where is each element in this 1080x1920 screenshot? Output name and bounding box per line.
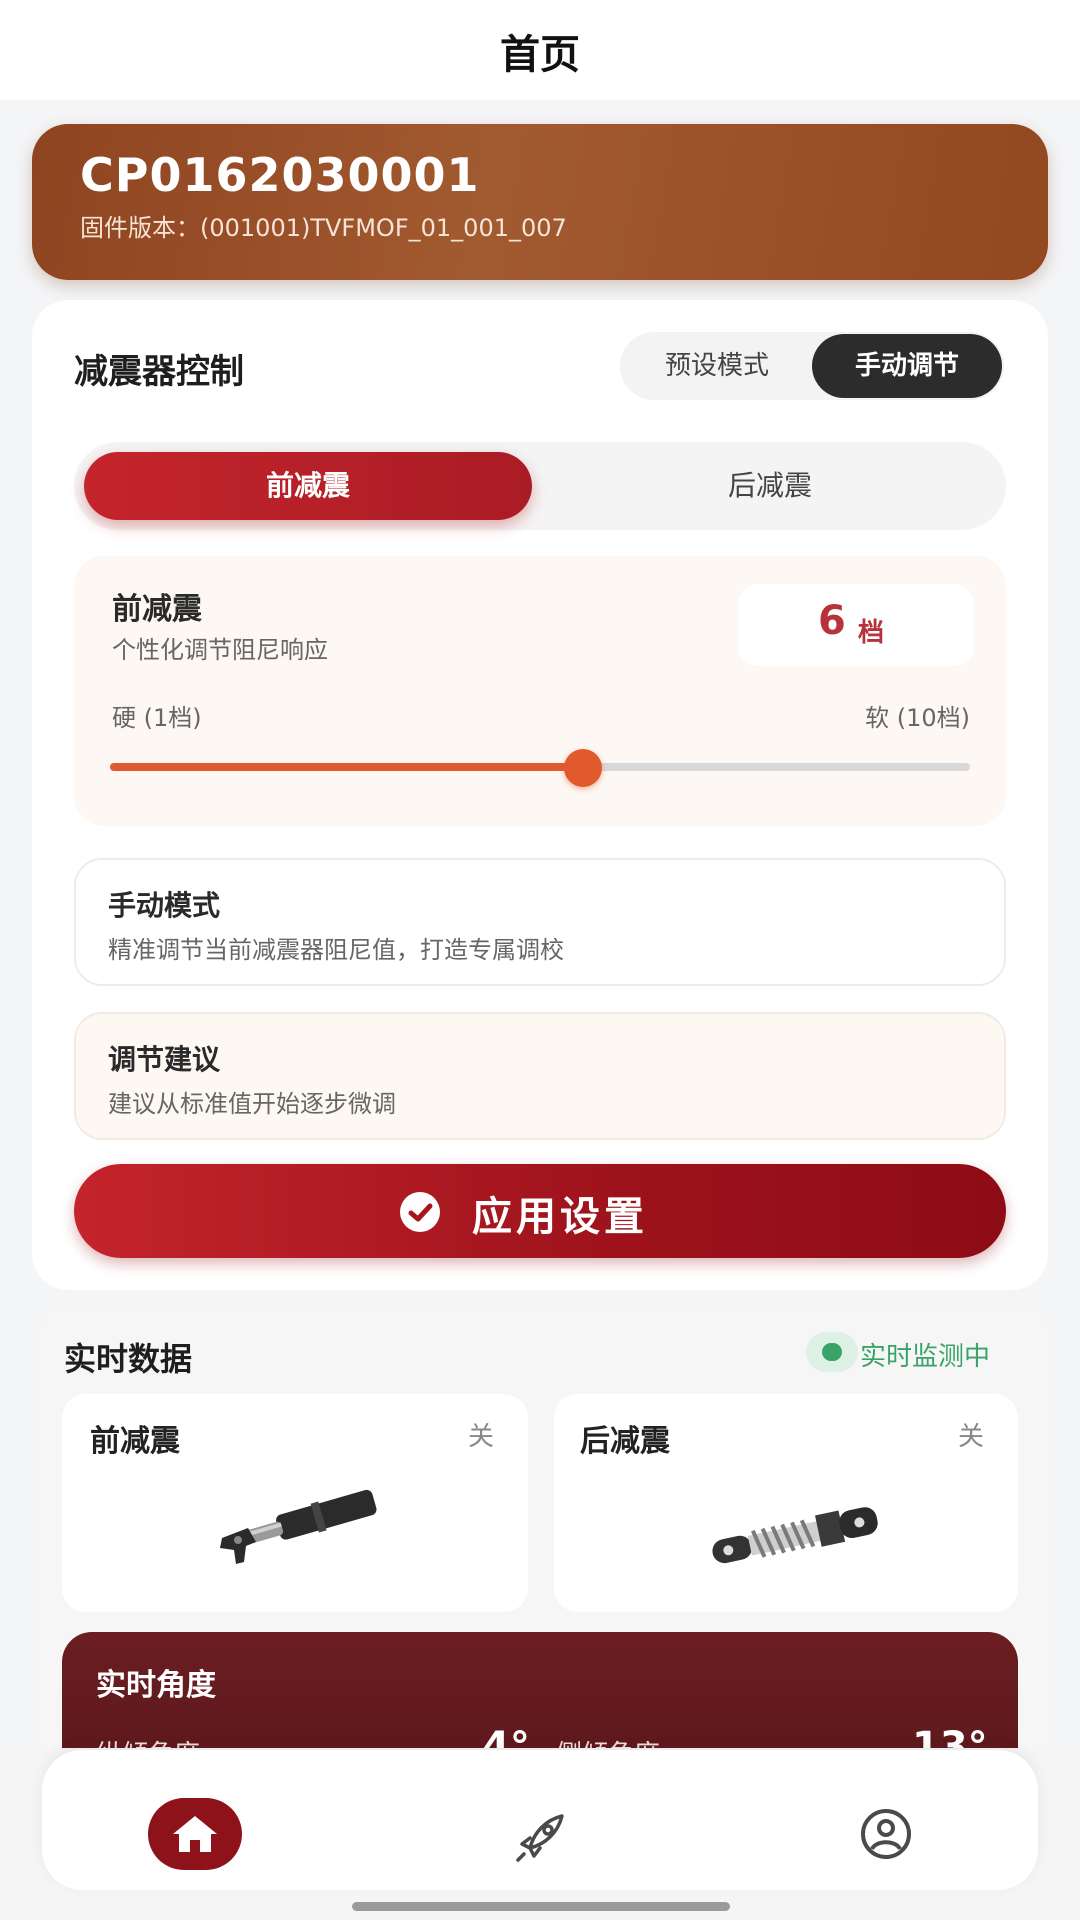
profile-icon[interactable] — [858, 1806, 914, 1866]
page-title: 首页 — [500, 32, 580, 78]
rear-shock-illustration-icon — [700, 1492, 890, 1576]
realtime-title: 实时数据 — [64, 1340, 193, 1378]
level-unit: 档 — [858, 618, 885, 648]
apply-settings-label: 应用设置 — [472, 1194, 648, 1240]
firmware-value: (001001)TVFMOF_01_001_007 — [200, 214, 567, 242]
shock-control-title: 减震器控制 — [74, 352, 244, 392]
home-icon — [169, 1812, 221, 1860]
angle-title: 实时角度 — [96, 1668, 216, 1703]
tab-front-shock[interactable]: 前减震 — [84, 452, 532, 520]
tab-rear-shock[interactable]: 后减震 — [540, 452, 1000, 520]
front-shock-state: 关 — [468, 1422, 495, 1452]
firmware-version: 固件版本：(001001)TVFMOF_01_001_007 — [80, 208, 567, 243]
damping-slider-fill — [110, 763, 583, 771]
preset-mode-tab[interactable]: 预设模式 — [628, 332, 806, 400]
damping-panel-subtitle: 个性化调节阻尼响应 — [112, 636, 328, 664]
damping-slider-thumb[interactable] — [564, 749, 602, 787]
level-display — [738, 584, 974, 666]
home-indicator — [352, 1902, 730, 1911]
front-shock-illustration-icon — [208, 1480, 388, 1574]
manual-mode-title: 手动模式 — [108, 889, 221, 922]
manual-mode-tab[interactable]: 手动调节 — [812, 334, 1002, 398]
live-status: 实时监测中 — [860, 1342, 991, 1372]
rocket-icon[interactable] — [512, 1810, 568, 1870]
advice-title: 调节建议 — [108, 1043, 221, 1076]
manual-mode-desc: 精准调节当前减震器阻尼值，打造专属调校 — [108, 936, 564, 964]
check-circle-icon — [400, 1192, 440, 1232]
device-id: CP0162030001 — [80, 148, 480, 202]
soft-end-label: 软 (10档) — [865, 704, 970, 732]
damping-panel-title: 前减震 — [112, 592, 202, 627]
firmware-label: 固件版本： — [80, 214, 200, 242]
rear-shock-state: 关 — [958, 1422, 985, 1452]
front-shock-name: 前减震 — [90, 1424, 180, 1459]
hard-end-label: 硬 (1档) — [112, 704, 202, 732]
live-dot-icon — [822, 1343, 842, 1361]
advice-desc: 建议从标准值开始逐步微调 — [108, 1090, 396, 1118]
level-value: 6 — [818, 598, 846, 644]
rear-shock-name: 后减震 — [580, 1424, 670, 1459]
